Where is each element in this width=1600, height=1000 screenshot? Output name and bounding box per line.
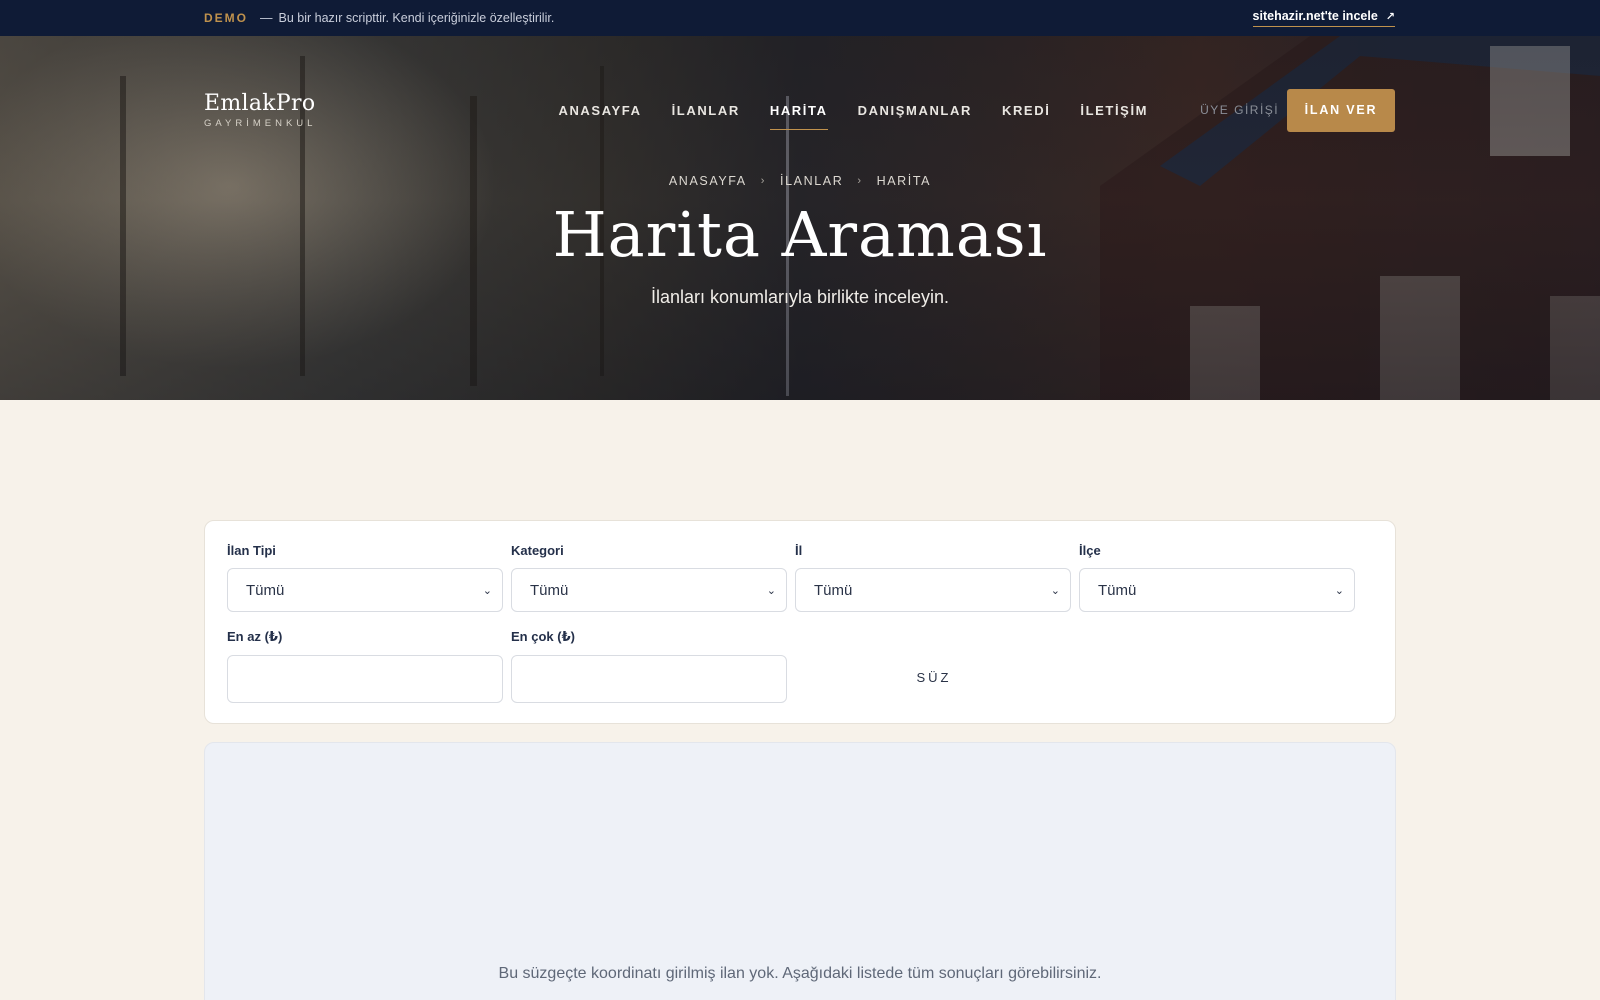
breadcrumb-ilanlar[interactable]: İLANLAR	[780, 174, 843, 188]
category-label: Kategori	[511, 543, 564, 558]
province-label: İl	[795, 543, 803, 558]
min-price-input[interactable]	[227, 655, 503, 703]
max-price-label: En çok (₺)	[511, 629, 575, 644]
category-value: Tümü	[530, 581, 569, 599]
nav-item-harita[interactable]: HARİTA	[769, 97, 828, 130]
category-field: Kategori Tümü ⌄	[511, 543, 787, 612]
chevron-down-icon: ⌄	[1050, 584, 1060, 597]
filter-form: İlan Tipi Tümü ⌄ Kategori Tümü ⌄ İl Tümü…	[204, 520, 1396, 724]
demo-bar-inner: DEMO — Bu bir hazır scripttir. Kendi içe…	[204, 9, 1395, 27]
breadcrumb-anasayfa[interactable]: ANASAYFA	[669, 174, 747, 188]
listing-type-label: İlan Tipi	[227, 543, 276, 558]
district-field: İlçe Tümü ⌄	[1079, 543, 1355, 612]
main-nav: ANASAYFA İLANLAR HARİTA DANIŞMANLAR KRED…	[558, 97, 1178, 130]
district-value: Tümü	[1098, 581, 1137, 599]
breadcrumb-harita: HARİTA	[876, 174, 932, 188]
hero-content: ANASAYFA › İLANLAR › HARİTA Harita Arama…	[0, 174, 1600, 308]
listing-type-field: İlan Tipi Tümü ⌄	[227, 543, 503, 612]
demo-tag: DEMO	[204, 11, 248, 25]
chevron-right-icon: ›	[760, 175, 767, 187]
login-link[interactable]: ÜYE GİRİŞİ	[1200, 103, 1279, 117]
demo-bar: DEMO — Bu bir hazır scripttir. Kendi içe…	[0, 0, 1600, 36]
chevron-down-icon: ⌄	[766, 584, 776, 597]
logo-subtitle: GAYRİMENKUL	[204, 117, 317, 129]
post-listing-button[interactable]: İLAN VER	[1287, 88, 1395, 132]
logo-name: EmlakPro	[204, 90, 316, 116]
max-price-input[interactable]	[511, 655, 787, 703]
province-field: İl Tümü ⌄	[795, 543, 1071, 612]
nav-item-iletisim[interactable]: İLETİŞİM	[1080, 97, 1148, 124]
external-arrow-icon: ↗	[1385, 10, 1395, 23]
listing-type-select[interactable]: Tümü ⌄	[227, 568, 503, 612]
hero-banner: EmlakPro GAYRİMENKUL ANASAYFA İLANLAR HA…	[0, 36, 1600, 400]
site-logo[interactable]: EmlakPro GAYRİMENKUL	[204, 90, 317, 129]
category-select[interactable]: Tümü ⌄	[511, 568, 787, 612]
nav-item-anasayfa[interactable]: ANASAYFA	[558, 97, 641, 124]
site-header: EmlakPro GAYRİMENKUL ANASAYFA İLANLAR HA…	[204, 88, 1395, 132]
chevron-right-icon: ›	[857, 175, 863, 187]
max-price-field: En çok (₺)	[511, 629, 787, 703]
province-select[interactable]: Tümü ⌄	[795, 568, 1071, 612]
map-panel[interactable]: Bu süzgeçte koordinatı girilmiş ilan yok…	[204, 742, 1396, 1000]
sitehazir-link[interactable]: sitehazir.net'te incele ↗	[1252, 9, 1395, 27]
nav-item-kredi[interactable]: KREDİ	[1002, 97, 1050, 124]
min-price-label: En az (₺)	[227, 629, 283, 644]
province-value: Tümü	[814, 581, 853, 599]
chevron-down-icon: ⌄	[1334, 584, 1344, 597]
chevron-down-icon: ⌄	[482, 584, 492, 597]
district-label: İlçe	[1079, 543, 1101, 558]
min-price-field: En az (₺)	[227, 629, 503, 703]
page-title: Harita Araması	[552, 198, 1048, 271]
nav-item-danismanlar[interactable]: DANIŞMANLAR	[858, 97, 972, 124]
filter-submit-button[interactable]: SÜZ	[796, 657, 1072, 697]
page-subtitle: İlanları konumlarıyla birlikte inceleyin…	[650, 287, 950, 307]
demo-dash: —	[260, 11, 273, 25]
map-empty-message: Bu süzgeçte koordinatı girilmiş ilan yok…	[498, 965, 1102, 982]
district-select[interactable]: Tümü ⌄	[1079, 568, 1355, 612]
breadcrumb: ANASAYFA › İLANLAR › HARİTA	[0, 174, 1600, 188]
sitehazir-link-label: sitehazir.net'te incele	[1252, 9, 1378, 23]
nav-item-ilanlar[interactable]: İLANLAR	[672, 97, 740, 124]
demo-text: Bu bir hazır scripttir. Kendi içeriğiniz…	[278, 11, 555, 25]
demo-notice: DEMO — Bu bir hazır scripttir. Kendi içe…	[204, 11, 554, 25]
listing-type-value: Tümü	[246, 581, 285, 599]
